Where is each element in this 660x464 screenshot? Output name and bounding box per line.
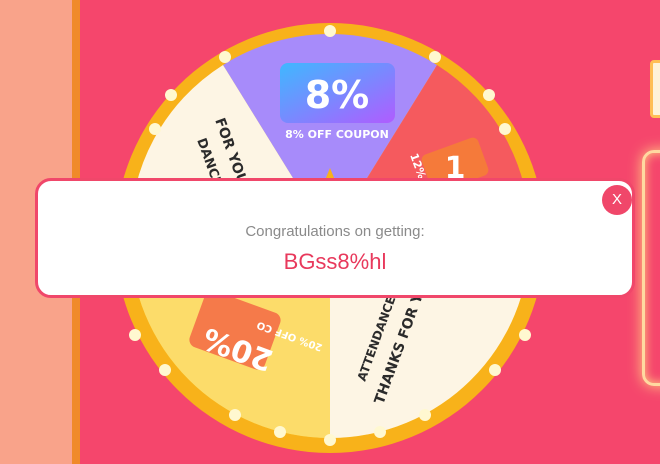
congratulations-message: Congratulations on getting: <box>245 223 425 240</box>
result-modal: Congratulations on getting: BGss8%hl <box>35 178 635 298</box>
close-modal-button[interactable]: X <box>602 185 632 215</box>
right-glow-frame <box>642 150 660 386</box>
coupon-value-8: 8% <box>305 73 370 117</box>
right-deco-tab <box>650 60 660 118</box>
coupon-code: BGss8%hl <box>283 249 387 274</box>
coupon-caption-8: 8% OFF COUPON <box>285 128 389 141</box>
